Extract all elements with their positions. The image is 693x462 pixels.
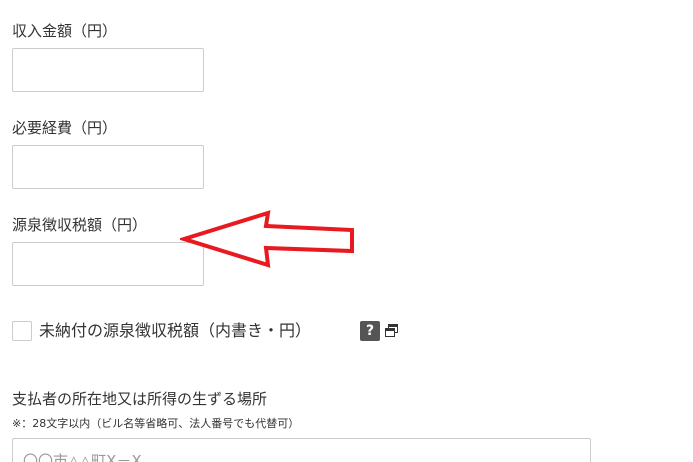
tax-form-page: 収入金額（円） 必要経費（円） 源泉徴収税額（円） 未納付の源泉徴収税額（内書き…: [0, 0, 693, 462]
income-amount-label: 収入金額（円）: [12, 22, 118, 40]
unpaid-withholding-checkbox[interactable]: [12, 321, 32, 341]
necessary-expenses-input[interactable]: [12, 145, 204, 189]
open-window-icon[interactable]: [385, 324, 398, 337]
payer-address-placeholder: 〇〇市△△町X－X: [23, 452, 142, 462]
necessary-expenses-label: 必要経費（円）: [12, 119, 118, 137]
withholding-tax-input[interactable]: [12, 242, 204, 286]
left-arrow-icon: [180, 210, 354, 268]
payer-address-label: 支払者の所在地又は所得の生ずる場所: [12, 390, 268, 408]
income-amount-input[interactable]: [12, 48, 204, 92]
unpaid-withholding-label: 未納付の源泉徴収税額（内書き・円）: [39, 321, 312, 340]
withholding-tax-label: 源泉徴収税額（円）: [12, 216, 148, 234]
question-mark-icon[interactable]: ?: [360, 321, 380, 341]
payer-address-input[interactable]: 〇〇市△△町X－X: [12, 438, 591, 462]
payer-address-note: ※：28文字以内（ビル名等省略可、法人番号でも代替可）: [12, 417, 300, 430]
